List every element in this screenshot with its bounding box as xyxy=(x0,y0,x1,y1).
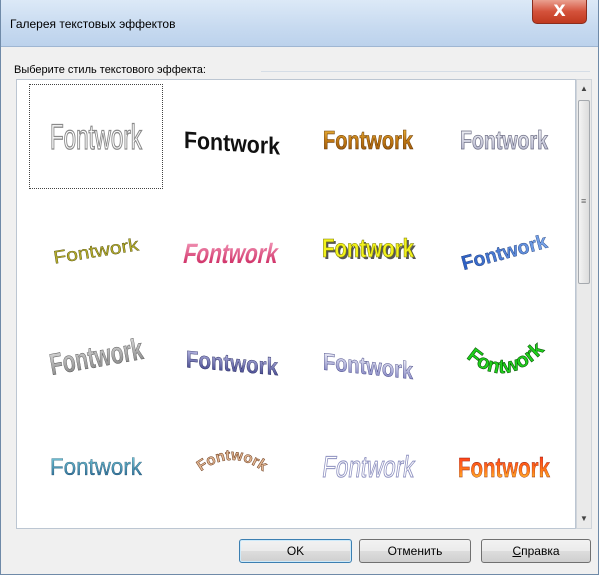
fontwork-outline-preview: Fontwork xyxy=(49,116,143,157)
gallery-item-2[interactable]: Fontwork xyxy=(165,84,299,189)
svg-text:Fontwork: Fontwork xyxy=(50,117,142,157)
fontwork-brown-arc-preview: Fontwork xyxy=(193,446,271,475)
fontwork-silver-preview: Fontwork xyxy=(460,124,549,155)
svg-text:Fontwork: Fontwork xyxy=(184,126,281,160)
fontwork-blue-slant-preview: Fontwork xyxy=(459,230,551,275)
svg-text:Fontwork: Fontwork xyxy=(322,233,414,263)
help-button[interactable]: Справка xyxy=(481,539,591,563)
gallery-item-16[interactable]: Fontwork xyxy=(437,411,571,516)
scroll-down-arrow-icon[interactable]: ▼ xyxy=(577,512,591,526)
title-bar[interactable]: Галерея текстовых эффектов xyxy=(1,0,598,47)
fontwork-green-arch-preview: Fontwork xyxy=(463,337,550,379)
svg-text:Fontwork: Fontwork xyxy=(323,348,414,384)
svg-text:Fontwork: Fontwork xyxy=(458,452,550,483)
gallery-item-3[interactable]: Fontwork xyxy=(301,84,435,189)
fontwork-gold-preview: Fontwork xyxy=(323,124,414,155)
scroll-thumb[interactable]: ≡ xyxy=(578,100,590,284)
fontwork-arched-black-preview: Fontwork xyxy=(184,126,281,160)
fontwork-olive-preview: Fontwork xyxy=(52,234,142,268)
gallery-item-10[interactable]: Fontwork xyxy=(165,302,299,407)
gallery-item-6[interactable]: Fontwork xyxy=(165,193,299,298)
grip-icon: ≡ xyxy=(581,196,587,206)
gallery-item-9[interactable]: Fontwork xyxy=(29,302,163,407)
svg-text:Fontwork: Fontwork xyxy=(50,454,143,481)
fontwork-yellow-preview: Fontwork Fontwork xyxy=(322,232,417,264)
gallery-item-1[interactable]: Fontwork xyxy=(29,84,163,189)
gallery-item-11[interactable]: Fontwork xyxy=(301,302,435,407)
ok-button[interactable]: OK xyxy=(239,539,352,563)
svg-text:Fontwork: Fontwork xyxy=(47,333,146,382)
close-button[interactable]: X xyxy=(532,0,587,24)
scroll-up-arrow-icon[interactable]: ▲ xyxy=(577,82,591,96)
fontwork-red-orange-preview: Fontwork xyxy=(458,451,551,483)
fontwork-gallery-dialog: Галерея текстовых эффектов X Выберите ст… xyxy=(0,0,599,575)
gallery-item-14[interactable]: Fontwork xyxy=(165,411,299,516)
gallery-item-8[interactable]: Fontwork xyxy=(437,193,571,298)
gallery-item-4[interactable]: Fontwork xyxy=(437,84,571,189)
window-title: Галерея текстовых эффектов xyxy=(10,17,176,31)
fontwork-white-outline-preview: Fontwork xyxy=(320,450,418,484)
fontwork-gray-3d-preview: Fontwork xyxy=(47,332,146,382)
svg-text:Fontwork: Fontwork xyxy=(194,446,271,474)
svg-text:Fontwork: Fontwork xyxy=(52,234,141,267)
close-icon: X xyxy=(553,1,566,20)
help-label: правка xyxy=(521,544,560,558)
group-label: Выберите стиль текстового эффекта: xyxy=(14,64,210,76)
gallery-item-7[interactable]: Fontwork Fontwork xyxy=(301,193,435,298)
cancel-button[interactable]: Отменить xyxy=(359,539,471,563)
help-mnemonic: С xyxy=(512,544,522,558)
svg-text:Fontwork: Fontwork xyxy=(186,346,279,381)
svg-text:Fontwork: Fontwork xyxy=(463,337,549,378)
gallery-item-12[interactable]: Fontwork xyxy=(437,302,571,407)
svg-text:Fontwork: Fontwork xyxy=(181,237,282,269)
svg-text:Fontwork: Fontwork xyxy=(320,451,417,484)
svg-text:Fontwork: Fontwork xyxy=(323,125,413,155)
svg-text:Fontwork: Fontwork xyxy=(460,125,548,155)
svg-text:Fontwork: Fontwork xyxy=(459,230,551,274)
group-divider xyxy=(261,71,590,72)
gallery-scrollbar[interactable]: ▲ ≡ ▼ xyxy=(576,79,592,529)
gallery-item-5[interactable]: Fontwork xyxy=(29,193,163,298)
gallery-item-15[interactable]: Fontwork xyxy=(301,411,435,516)
gallery-item-13[interactable]: Fontwork xyxy=(29,411,163,516)
fontwork-teal-preview: Fontwork xyxy=(50,453,143,481)
fontwork-pink-perspective-preview: Fontwork xyxy=(181,237,282,269)
fontwork-lavender-wave-preview: Fontwork xyxy=(323,348,414,385)
style-gallery[interactable]: Fontwork Fontwork Fontwork Fontwork Font… xyxy=(16,79,576,529)
fontwork-blue-wave-preview: Fontwork xyxy=(186,346,279,381)
